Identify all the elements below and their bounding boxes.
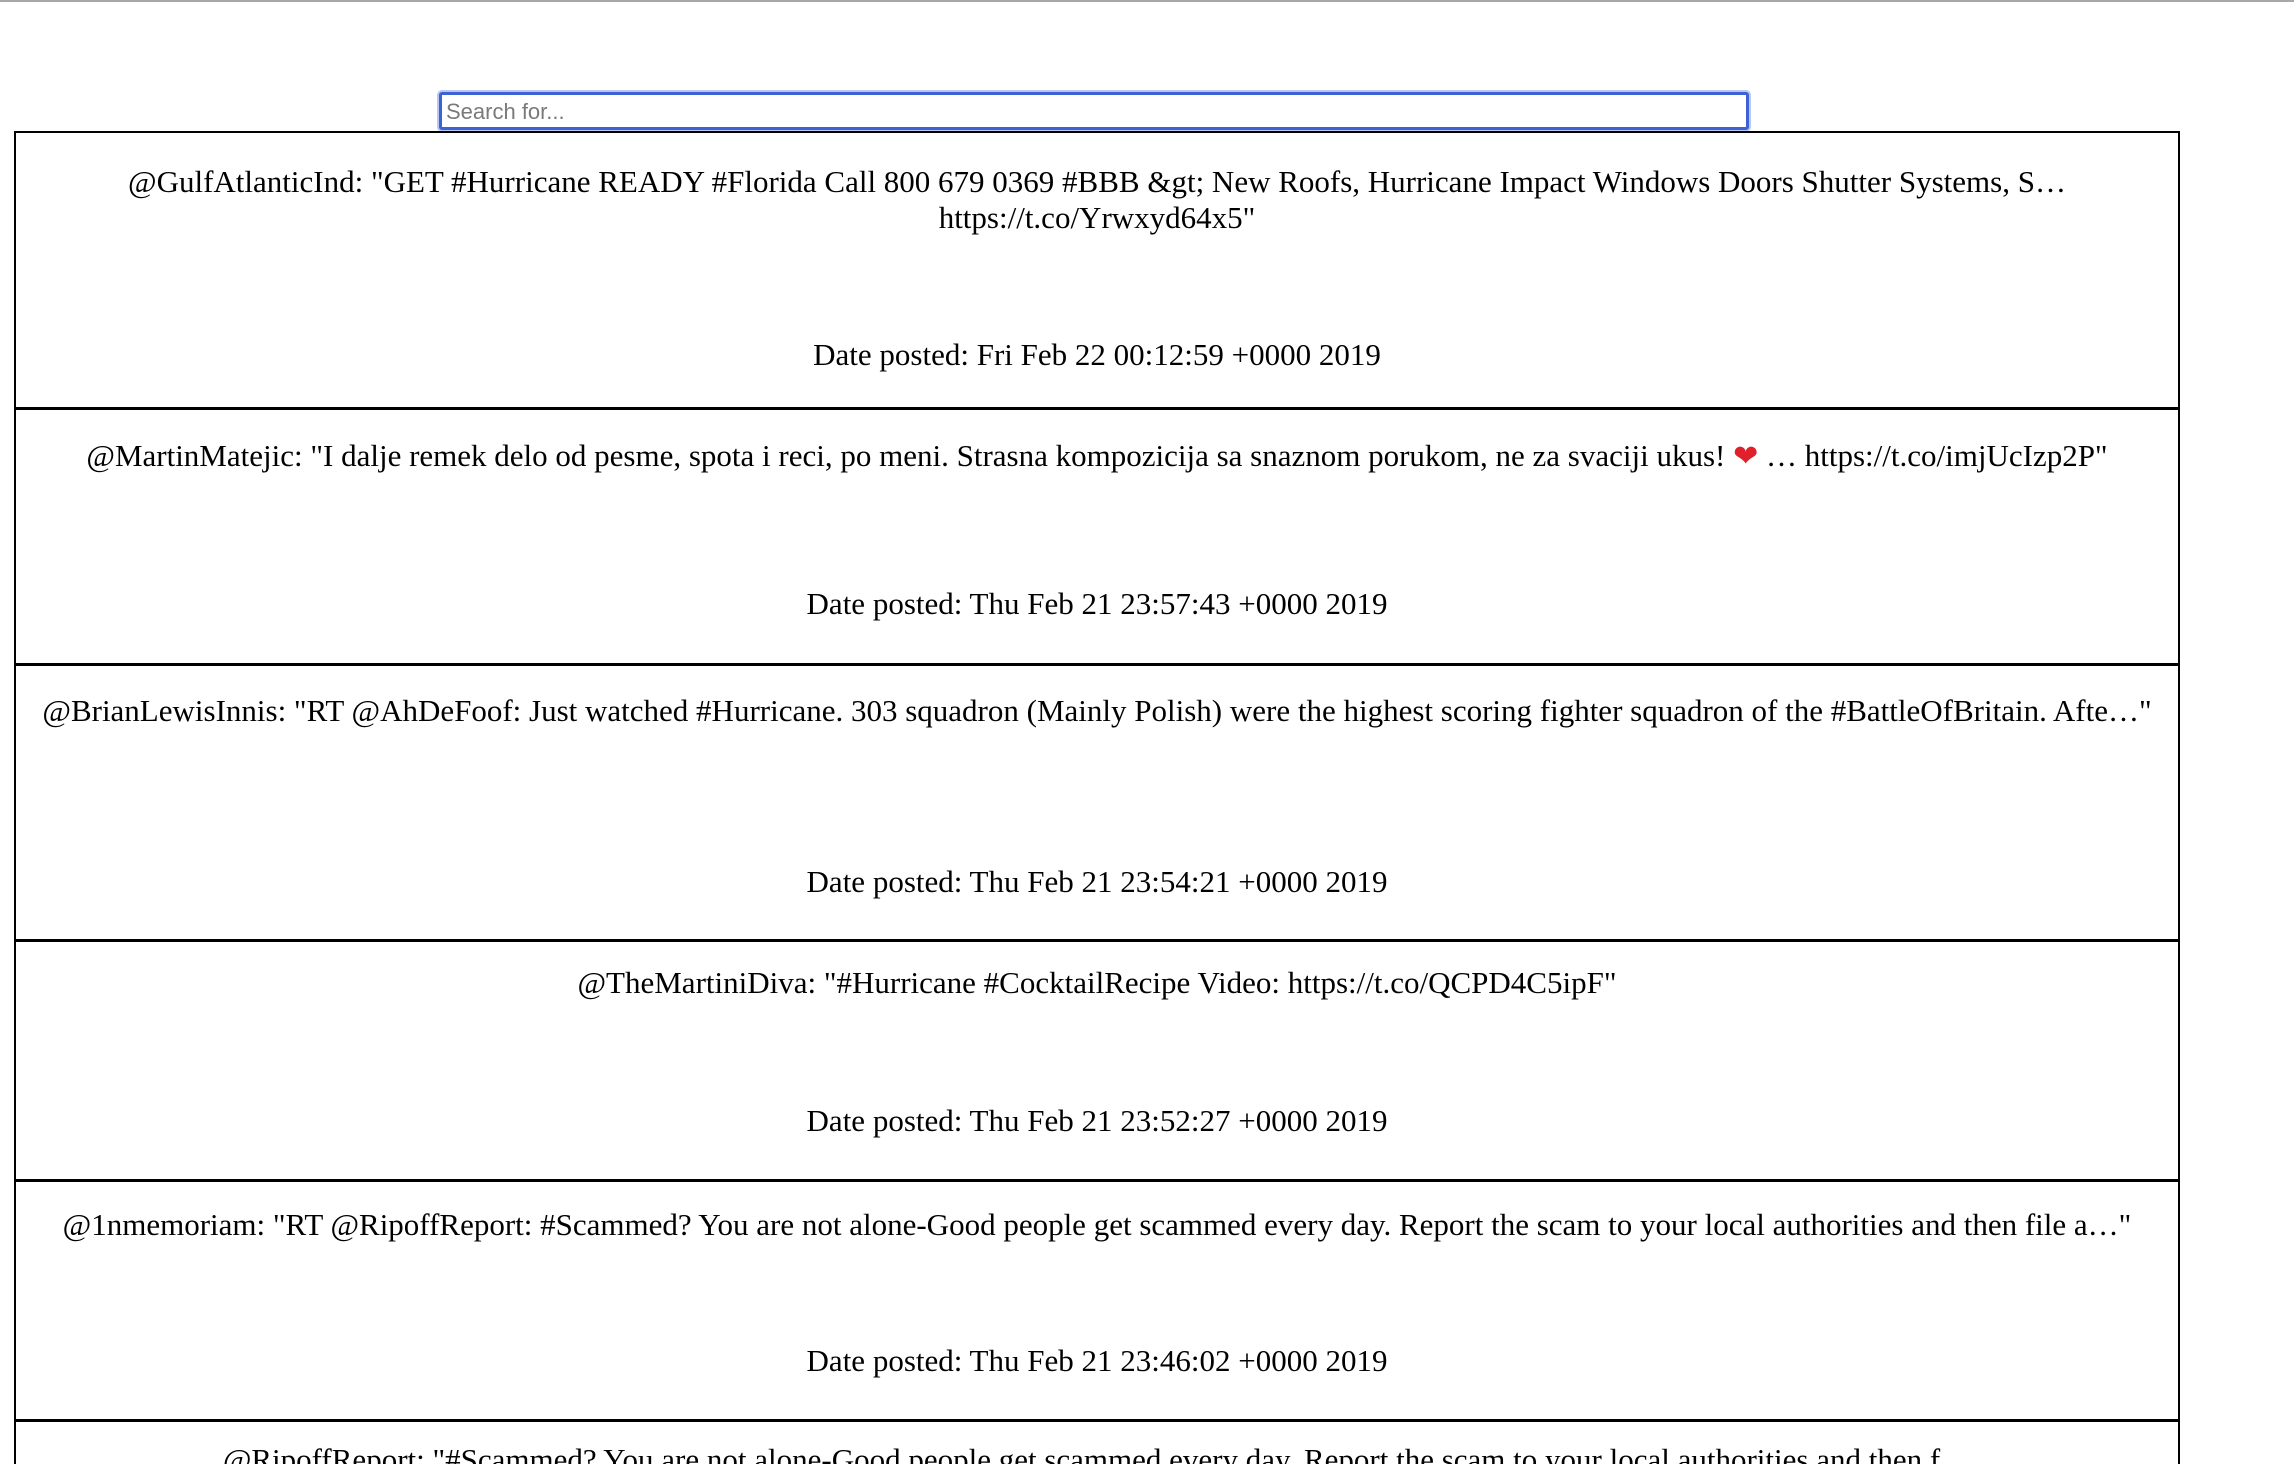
tweet-date: Date posted: Fri Feb 22 00:12:59 +0000 2… (813, 337, 1381, 372)
tweet-card: @MartinMatejic: "I dalje remek delo od p… (16, 410, 2178, 666)
tweet-card: @GulfAtlanticInd: "GET #Hurricane READY … (16, 133, 2178, 410)
tweet-text: @RipoffReport: "#Scammed? You are not al… (222, 1442, 1972, 1464)
browser-top-border (0, 0, 2294, 2)
tweet-feed: @GulfAtlanticInd: "GET #Hurricane READY … (14, 131, 2180, 1464)
tweet-text: @TheMartiniDiva: "#Hurricane #CocktailRe… (577, 965, 1617, 1000)
tweet-card: @TheMartiniDiva: "#Hurricane #CocktailRe… (16, 942, 2178, 1182)
tweet-text-part: … https://t.co/imjUcIzp2P" (1758, 438, 2108, 473)
tweet-text-part: @MartinMatejic: "I dalje remek delo od p… (86, 438, 1734, 473)
tweet-date: Date posted: Thu Feb 21 23:57:43 +0000 2… (806, 586, 1388, 621)
search-input[interactable] (439, 92, 1749, 130)
tweet-text: @1nmemoriam: "RT @RipoffReport: #Scammed… (62, 1207, 2132, 1242)
tweet-text: @GulfAtlanticInd: "GET #Hurricane READY … (128, 164, 2066, 235)
tweet-card: @1nmemoriam: "RT @RipoffReport: #Scammed… (16, 1182, 2178, 1422)
tweet-date: Date posted: Thu Feb 21 23:54:21 +0000 2… (806, 864, 1388, 899)
tweet-card: @BrianLewisInnis: "RT @AhDeFoof: Just wa… (16, 666, 2178, 942)
tweet-text: @MartinMatejic: "I dalje remek delo od p… (36, 438, 2158, 475)
tweet-date: Date posted: Thu Feb 21 23:46:02 +0000 2… (806, 1343, 1388, 1378)
tweet-date: Date posted: Thu Feb 21 23:52:27 +0000 2… (806, 1103, 1388, 1138)
heart-icon: ❤ (1733, 439, 1759, 474)
tweet-text: @BrianLewisInnis: "RT @AhDeFoof: Just wa… (42, 693, 2152, 728)
tweet-card: @RipoffReport: "#Scammed? You are not al… (16, 1422, 2178, 1464)
